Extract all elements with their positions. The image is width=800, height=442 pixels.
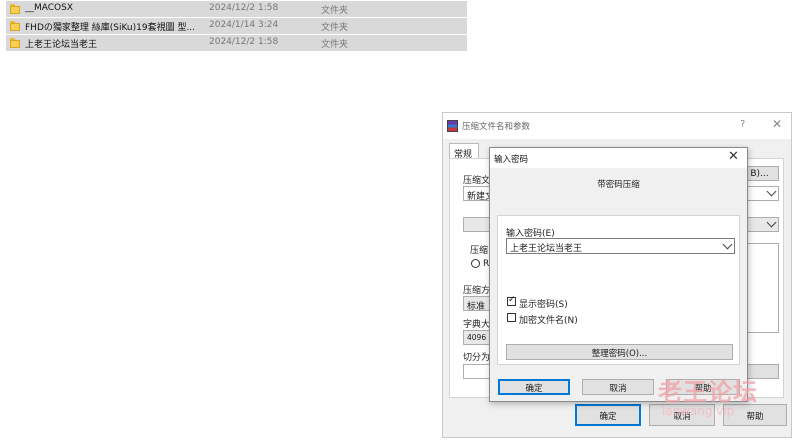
dictionary-label: 字典大 (463, 320, 491, 330)
file-type: 文件夹 (321, 40, 349, 50)
folder-icon (10, 38, 20, 48)
folder-icon (10, 21, 20, 31)
ok-button[interactable]: 确定 (575, 404, 641, 426)
watermark-logo: 老王论坛 (658, 378, 758, 406)
file-name: 上老王论坛当老王 (25, 40, 98, 50)
password-panel: 输入密码(E) 上老王论坛当老王 显示密码(S) 加密文件名(N) 整理密码(O… (497, 215, 740, 365)
folder-icon (10, 4, 20, 14)
watermark-url: laowang.vip (662, 404, 735, 418)
filename-label: 压缩文 (463, 176, 491, 186)
list-item[interactable]: __MACOSX 2024/12/2 1:58 文件夹 (6, 1, 467, 17)
organize-passwords-button[interactable]: 整理密码(O)... (506, 344, 733, 360)
winrar-icon (447, 120, 458, 132)
file-date: 2024/12/2 1:58 (209, 37, 279, 47)
dialog-heading: 带密码压缩 (597, 180, 640, 190)
list-item[interactable]: 上老王论坛当老王 2024/12/2 1:58 文件夹 (6, 35, 467, 51)
show-password-label: 显示密码(S) (519, 300, 568, 310)
format-label: 压缩 (470, 246, 489, 256)
split-label: 切分为 (463, 353, 491, 363)
file-name: FHDの獨家整理 絲庫(SiKu)19套視圖 型... (25, 23, 196, 33)
file-type: 文件夹 (321, 23, 349, 33)
dialog-title: 压缩文件名和参数 (462, 122, 531, 132)
password-input[interactable]: 上老王论坛当老王 (506, 238, 735, 254)
dialog-title: 输入密码 (494, 155, 529, 165)
close-icon[interactable]: ✕ (728, 149, 739, 164)
file-type: 文件夹 (321, 6, 349, 16)
encrypt-filenames-checkbox[interactable] (507, 313, 516, 322)
show-password-checkbox[interactable] (507, 295, 516, 306)
file-name: __MACOSX (25, 3, 74, 13)
file-date: 2024/1/14 3:24 (209, 20, 279, 30)
list-item[interactable]: FHDの獨家整理 絲庫(SiKu)19套視圖 型... 2024/1/14 3:… (6, 18, 467, 34)
cancel-button[interactable]: 取消 (582, 379, 654, 395)
encrypt-filenames-label: 加密文件名(N) (519, 316, 578, 326)
tab-general[interactable]: 常规 (449, 143, 479, 160)
method-label: 压缩方 (463, 286, 491, 296)
file-date: 2024/12/2 1:58 (209, 3, 279, 13)
format-radio[interactable] (471, 259, 480, 268)
password-value: 上老王论坛当老王 (510, 244, 583, 254)
help-icon[interactable]: ? (740, 119, 745, 130)
password-dialog: 输入密码 ✕ 带密码压缩 输入密码(E) 上老王论坛当老王 显示密码(S) 加密… (489, 147, 748, 402)
ok-button[interactable]: 确定 (498, 379, 570, 395)
close-icon[interactable]: ✕ (772, 117, 782, 131)
dialog-titlebar: 输入密码 ✕ (490, 148, 747, 168)
dialog-titlebar: 压缩文件名和参数 ? ✕ (443, 113, 791, 139)
